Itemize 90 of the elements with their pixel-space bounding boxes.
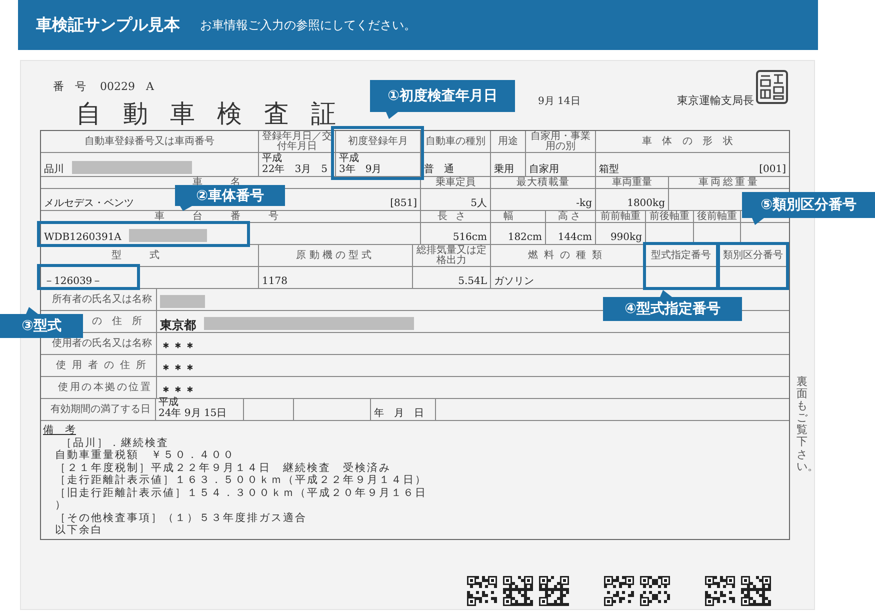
field-value: 5.54L [458, 276, 487, 287]
document-title: 自動車検査証 [75, 98, 358, 130]
field-value: 平成 3年 9月 [339, 153, 382, 175]
remarks-line: ［その他検査事項］（１）５３年度排ガス適合 [54, 512, 307, 524]
highlight-frame [717, 242, 789, 290]
field-label: 幅 [503, 212, 533, 222]
field-value: ＊＊＊ [160, 364, 196, 375]
callout-label: ⑤類別区分番号 [742, 192, 875, 218]
field-label: 自家用・事業用の別 [530, 132, 592, 152]
field-value: 品川 [44, 164, 64, 175]
field-label: 車両総重量 [698, 178, 760, 188]
remarks-line: ） [54, 499, 67, 512]
qr-code-icon [539, 576, 569, 606]
field-label: 用途 [498, 136, 518, 146]
field-value: 普 通 [424, 164, 454, 175]
field-label: 自動車の種別 [426, 136, 486, 146]
field-code: [001] [759, 164, 786, 175]
field-label: 高さ [558, 212, 584, 222]
remarks-line: ［２１年度税制］平成２２年９月１４日 継続検査 受検済み [54, 462, 391, 474]
callout-label: ①初度検査年月日 [370, 80, 515, 112]
callout-pointer [180, 206, 192, 211]
field-label: 初度登録年月 [348, 136, 408, 146]
field-value: 516cm [452, 232, 487, 243]
field-label: 有効期間の満了する日 [50, 404, 150, 415]
qr-code-icon [705, 576, 735, 606]
field-value: －126039－ [44, 276, 102, 287]
field-label: 使用者の氏名又は名称 [52, 338, 152, 349]
field-label: 後前軸重 [697, 212, 737, 222]
field-label: 使用者の住所 [56, 360, 152, 371]
qr-code-icon [467, 576, 497, 606]
callout-pointer [386, 112, 398, 119]
qr-code-icon [503, 576, 533, 606]
seal-icon [756, 70, 788, 104]
field-value: 182cm [508, 232, 542, 243]
field-label: の住所 [92, 316, 152, 327]
field-label: 燃料の種類 [528, 250, 608, 260]
field-value: 5人 [470, 198, 487, 209]
field-label: 車体の形状 [642, 136, 744, 146]
remarks-line: ［品川］．継続検査 [60, 436, 169, 449]
page-subtitle: お車情報ご入力の参照にしてください。 [200, 16, 416, 34]
qr-code-icon [640, 576, 670, 606]
field-value: 990kg [610, 232, 642, 243]
field-value: 年 月 日 [374, 408, 424, 419]
field-label: 乗車定員 [436, 178, 476, 188]
field-value: 平成 22年 3月 5 [262, 153, 328, 175]
field-label: 類別区分番号 [723, 250, 783, 260]
field-label: 前前軸重 [600, 212, 640, 222]
field-value: ＊＊＊ [160, 342, 196, 353]
field-value: 箱型 [599, 164, 619, 175]
issuer-name: 東京運輸支局長 [677, 93, 754, 108]
remarks-line: 以下余白 [54, 524, 103, 536]
field-label: 長さ [437, 212, 474, 222]
field-label: 登録年月日／交付年月日 [261, 132, 333, 152]
field-label: 前後軸重 [650, 212, 690, 222]
field-value: 144cm [558, 232, 592, 243]
remarks-line: 自動車重量税額 ￥５０．４００ [54, 449, 235, 462]
field-label: 型式 [112, 250, 188, 260]
remarks-heading: 備 考 [43, 424, 76, 436]
field-label: 総排気量又は定格出力 [416, 246, 488, 266]
field-label: 使用の本拠の位置 [58, 382, 152, 393]
certificate-number: 00229 A [100, 79, 154, 94]
field-value: 自家用 [529, 164, 559, 175]
field-value: ガソリン [494, 276, 534, 287]
field-label: 型式指定番号 [651, 250, 711, 260]
field-label: 最大積載量 [516, 178, 570, 188]
callout-pointer [26, 307, 38, 314]
field-value: -kg [576, 198, 592, 209]
field-label: 車台番号 [154, 212, 306, 222]
qr-code-icon [741, 576, 771, 606]
remarks-line: ［走行距離計表示値］１６３．５００ｋｍ（平成２２年９月１４日） [54, 474, 427, 486]
field-value: 乗用 [494, 164, 514, 175]
number-label: 番 号 [53, 79, 86, 94]
field-code: [851] [390, 198, 417, 209]
remarks-line: ［旧走行距離計表示値］１５４．３００ｋｍ（平成２０年９月１６日 [54, 486, 427, 499]
callout-pointer [660, 290, 672, 297]
field-label: 自動車登録番号又は車両番号 [84, 136, 214, 146]
field-value: ＊＊＊ [160, 386, 196, 397]
field-label: 原動機の型式 [296, 250, 375, 260]
field-value: WDB1260391A [44, 232, 122, 243]
field-value: 平成 24年 9月 15日 [158, 397, 227, 419]
field-value: メルセデス・ベンツ [44, 198, 134, 209]
field-value: 1800kg [627, 198, 665, 209]
page-title: 車検証サンプル見本 [36, 14, 180, 36]
field-value: 1178 [262, 276, 288, 287]
qr-code-icon [604, 576, 634, 606]
field-value: 東京都 [160, 320, 196, 331]
field-label: 車両重量 [612, 178, 652, 188]
field-label: 所有者の氏名又は名称 [52, 294, 152, 305]
issue-date: 9月 14日 [538, 95, 580, 108]
callout-pointer [752, 218, 764, 225]
